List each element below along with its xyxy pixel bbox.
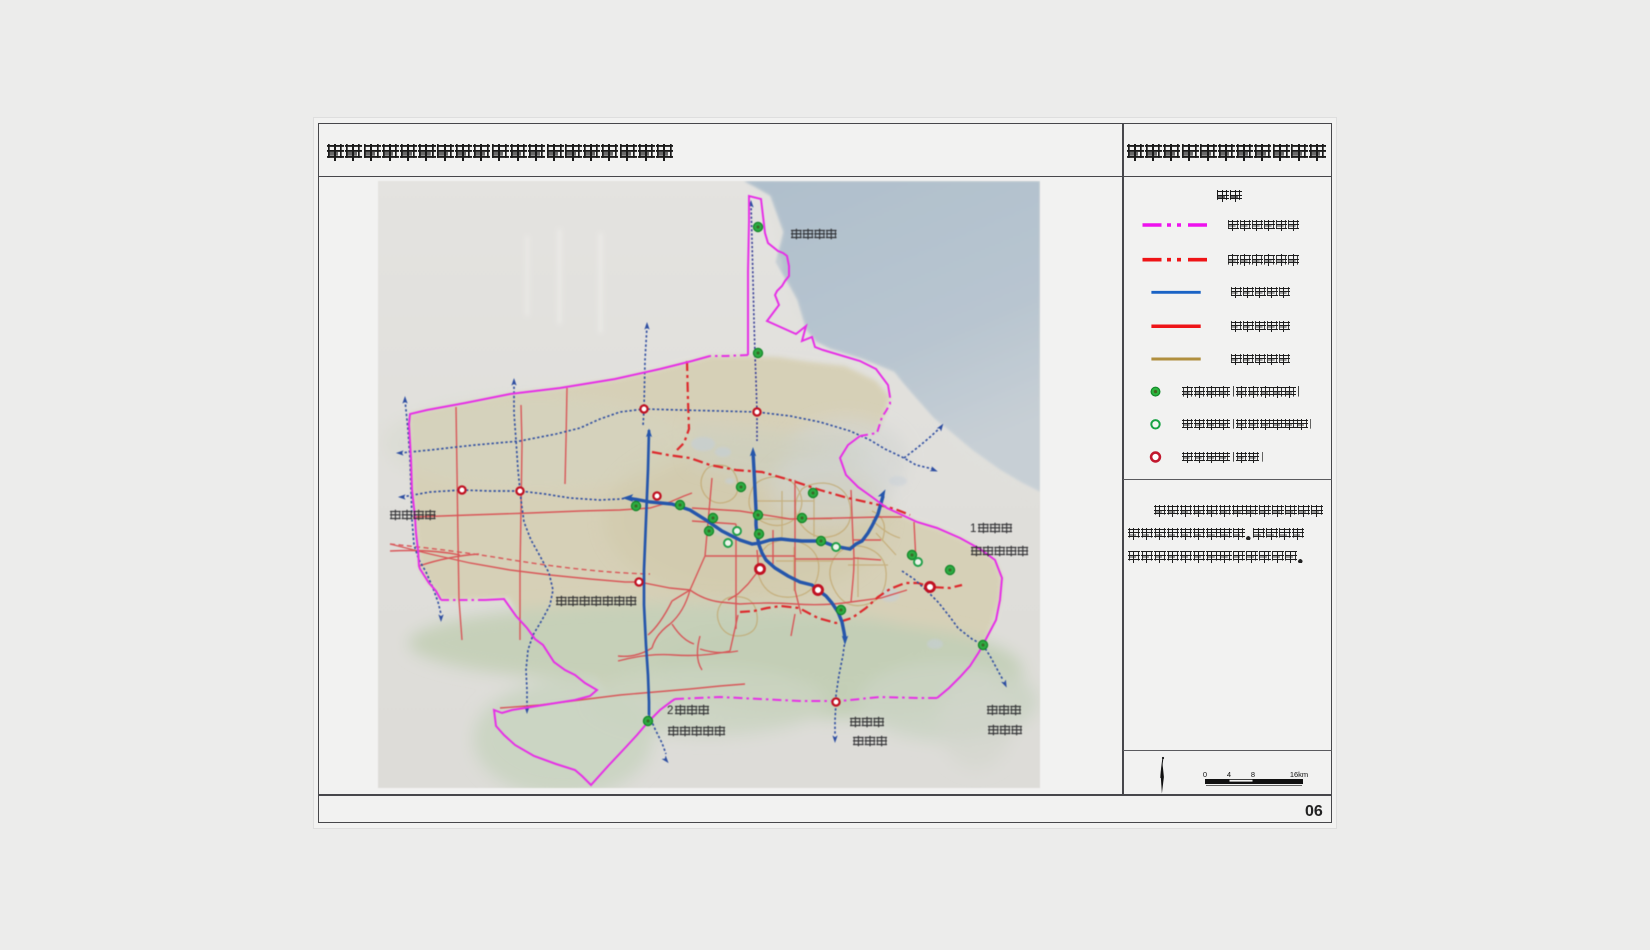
svg-text:0: 0	[1203, 770, 1207, 779]
svg-text:1: 1	[970, 523, 976, 535]
svg-text:16km: 16km	[1290, 770, 1308, 779]
svg-text:8: 8	[1251, 770, 1255, 779]
svg-text:4: 4	[1227, 770, 1231, 779]
svg-text:2: 2	[667, 705, 673, 717]
